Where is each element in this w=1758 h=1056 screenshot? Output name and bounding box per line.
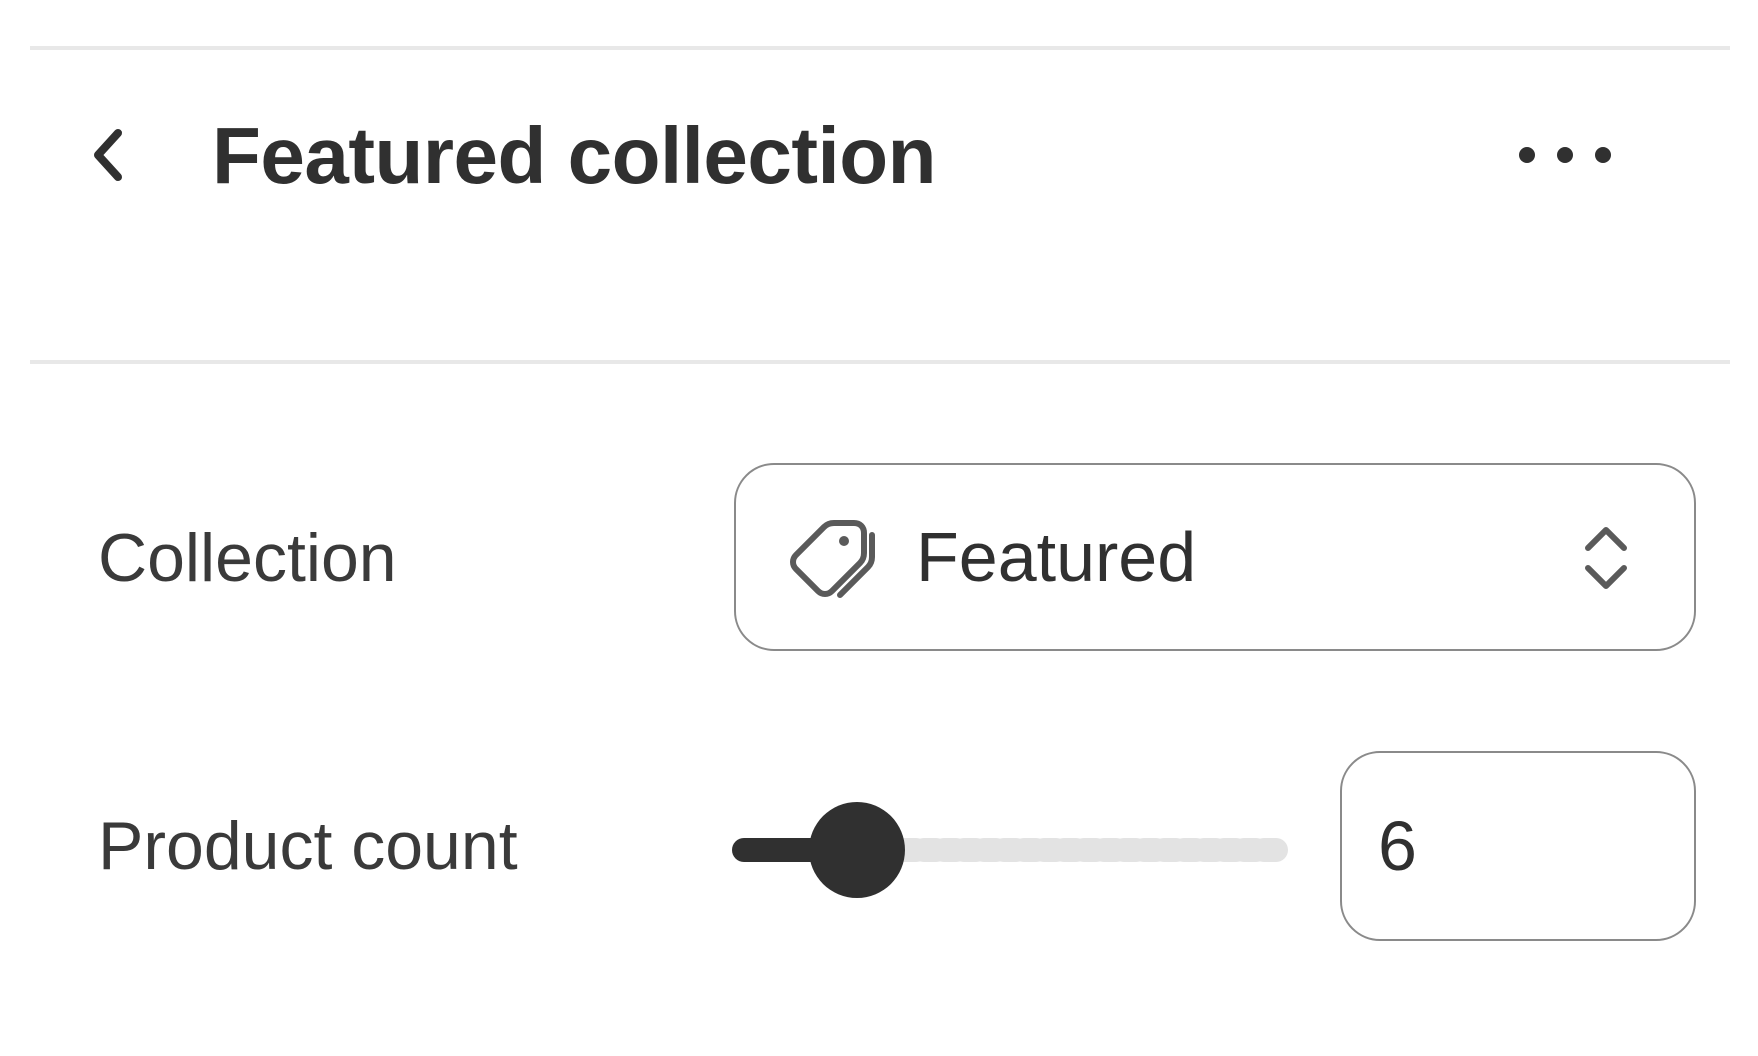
collection-label: Collection bbox=[98, 520, 397, 596]
product-count-input[interactable] bbox=[1340, 751, 1696, 941]
product-count-label: Product count bbox=[98, 808, 518, 884]
header-divider bbox=[30, 360, 1730, 364]
top-divider bbox=[30, 46, 1730, 50]
more-actions-button[interactable] bbox=[1510, 125, 1620, 185]
collection-select[interactable]: Featured bbox=[734, 463, 1696, 651]
ellipsis-horizontal-icon bbox=[1519, 147, 1611, 163]
collection-select-value: Featured bbox=[916, 518, 1197, 596]
chevron-left-icon bbox=[94, 129, 122, 181]
page-title: Featured collection bbox=[212, 111, 936, 200]
select-chevrons-icon bbox=[1578, 520, 1634, 596]
back-button[interactable] bbox=[70, 115, 150, 195]
product-count-slider[interactable] bbox=[730, 800, 1296, 900]
tag-icon bbox=[784, 515, 876, 601]
slider-thumb bbox=[808, 802, 905, 898]
